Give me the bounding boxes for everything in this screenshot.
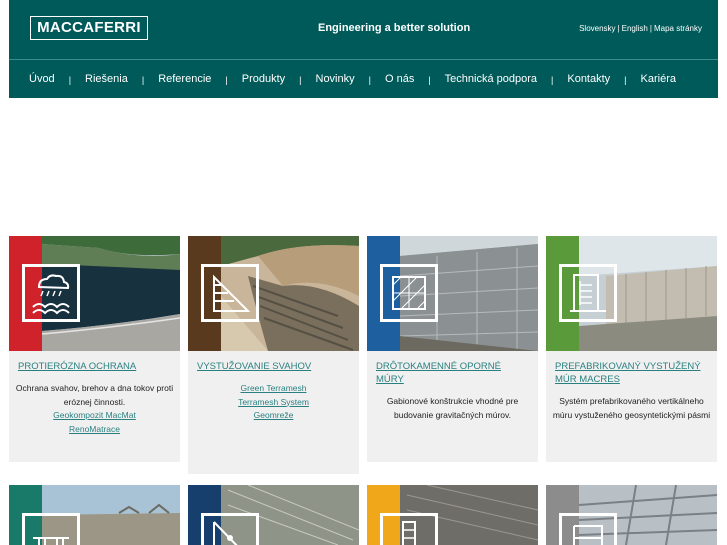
nav-item-produkty[interactable]: Produkty xyxy=(242,73,285,85)
tile-body: Gabionové konštrukcie vhodné pre budovan… xyxy=(373,395,532,422)
top-links: Slovensky | English | Mapa stránky xyxy=(572,22,702,36)
tagline: Engineering a better solution xyxy=(318,22,471,34)
main-nav: Úvod | Riešenia | Referencie | Produkty … xyxy=(9,60,718,98)
nav-item-uvod[interactable]: Úvod xyxy=(29,73,55,85)
nav-separator: | xyxy=(141,75,145,85)
site-header: MACCAFERRI Engineering a better solution… xyxy=(9,0,718,98)
nav-item-kariera[interactable]: Kariéra xyxy=(641,73,676,85)
nav-item-kontakty[interactable]: Kontakty xyxy=(567,73,610,85)
lang-slovensky-link[interactable]: Slovensky xyxy=(579,24,615,33)
product-link-green-terramesh[interactable]: Green Terramesh xyxy=(194,382,353,396)
tile-photo[interactable] xyxy=(9,485,180,545)
tile-photo[interactable] xyxy=(188,236,359,351)
tile-row2-4 xyxy=(546,485,717,545)
product-link-geomreze[interactable]: Geomreže xyxy=(194,409,353,423)
nav-separator: | xyxy=(551,75,554,85)
nav-item-referencie[interactable]: Referencie xyxy=(158,73,211,85)
tile-row2-2 xyxy=(188,485,359,545)
tile-photo[interactable] xyxy=(367,236,538,351)
tile-erosion-protection: PROTIERÓZNA OCHRANA Ochrana svahov, breh… xyxy=(9,236,180,462)
nav-separator: | xyxy=(428,75,431,85)
slope-icon xyxy=(201,264,259,322)
erosion-icon xyxy=(22,264,80,322)
nav-separator: | xyxy=(68,75,72,85)
nav-separator: | xyxy=(225,75,228,85)
tile-photo[interactable] xyxy=(9,236,180,351)
nav-item-technicka-podpora[interactable]: Technická podpora xyxy=(445,73,537,85)
tile-row2-3 xyxy=(367,485,538,545)
tile-row2-1 xyxy=(9,485,180,545)
tile-description: Gabionové konštrukcie vhodné pre budovan… xyxy=(386,396,519,420)
nav-item-riesenia[interactable]: Riešenia xyxy=(85,73,128,85)
tile-description: Systém prefabrikovaného vertikálneho múr… xyxy=(552,396,711,420)
tile-body: Ochrana svahov, brehov a dna tokov proti… xyxy=(15,382,174,436)
nav-separator: | xyxy=(299,75,302,85)
tile-gabion-walls: DRÔTOKAMENNÉ OPORNÉ MÚRY Gabionové konšt… xyxy=(367,236,538,462)
tile-macres-wall: PREFABRIKOVANÝ VYSTUŽENÝ MÚR MACRES Syst… xyxy=(546,236,717,462)
tile-body: Systém prefabrikovaného vertikálneho múr… xyxy=(552,395,711,422)
tile-photo[interactable] xyxy=(546,485,717,545)
tile-photo[interactable] xyxy=(367,485,538,545)
rockfall-icon xyxy=(201,513,259,545)
tile-title[interactable]: VYSTUŽOVANIE SVAHOV xyxy=(197,361,352,374)
tile-description: Ochrana svahov, brehov a dna tokov proti… xyxy=(15,383,174,407)
nav-separator: | xyxy=(368,75,371,85)
tile-title[interactable]: DRÔTOKAMENNÉ OPORNÉ MÚRY xyxy=(376,361,531,386)
mesh-icon xyxy=(559,513,617,545)
product-link-macmat[interactable]: Geokompozit MacMat xyxy=(15,409,174,423)
tile-slope-reinforcement: VYSTUŽOVANIE SVAHOV Green Terramesh Terr… xyxy=(188,236,359,474)
tile-photo[interactable] xyxy=(188,485,359,545)
sitemap-link[interactable]: Mapa stránky xyxy=(654,24,702,33)
nav-separator: | xyxy=(624,75,627,85)
gabion-box-icon xyxy=(380,513,438,545)
gabion-icon xyxy=(380,264,438,322)
tile-title[interactable]: PREFABRIKOVANÝ VYSTUŽENÝ MÚR MACRES xyxy=(555,361,710,386)
tile-body: Green Terramesh Terramesh System Geomrež… xyxy=(194,382,353,423)
product-link-renomatrace[interactable]: RenoMatrace xyxy=(15,423,174,437)
precast-wall-icon xyxy=(559,264,617,322)
nav-item-novinky[interactable]: Novinky xyxy=(316,73,355,85)
nav-item-o-nas[interactable]: O nás xyxy=(385,73,414,85)
product-link-terramesh-system[interactable]: Terramesh System xyxy=(194,396,353,410)
tile-photo[interactable] xyxy=(546,236,717,351)
maccaferri-logo[interactable]: MACCAFERRI xyxy=(30,16,148,40)
bridge-icon xyxy=(22,513,80,545)
lang-english-link[interactable]: English xyxy=(622,24,648,33)
tile-title[interactable]: PROTIERÓZNA OCHRANA xyxy=(18,361,173,374)
